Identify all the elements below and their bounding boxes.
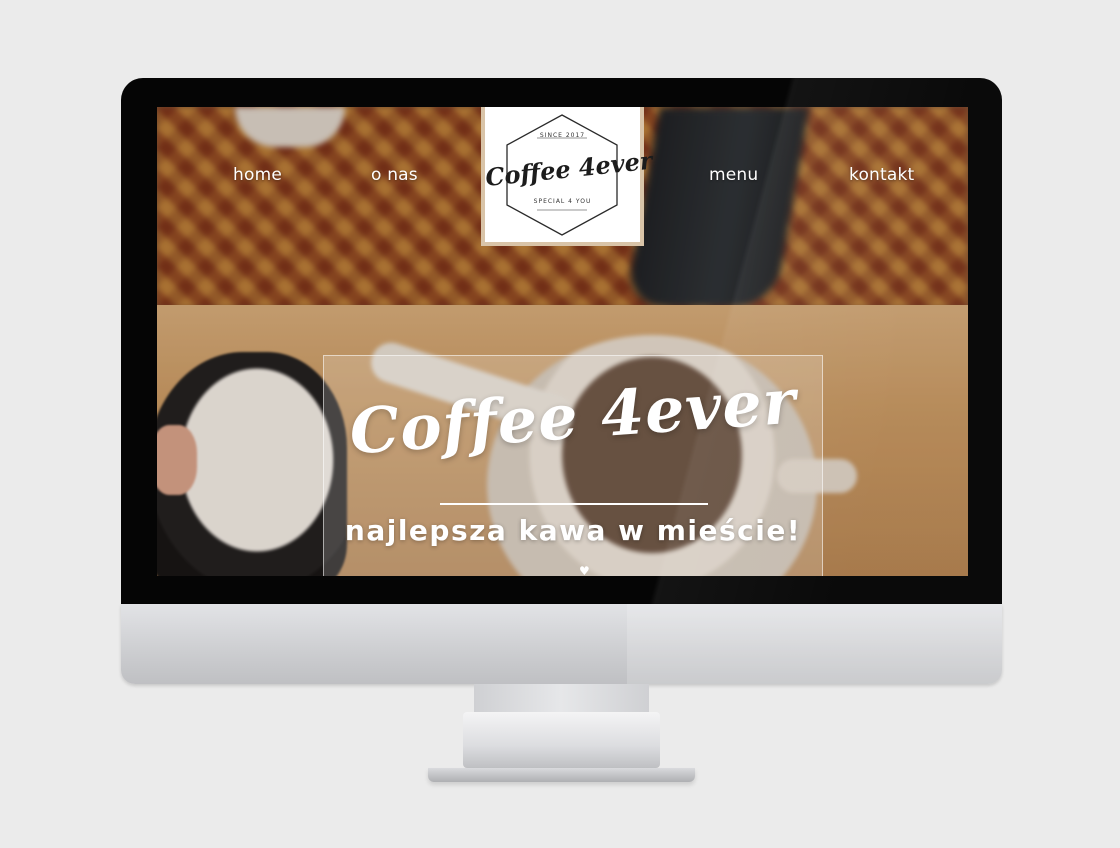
nav-link-contact[interactable]: kontakt — [849, 165, 914, 185]
stage: home o nas menu kontakt SINCE 2017 Coffe… — [0, 0, 1120, 848]
monitor-stand-foot — [463, 712, 660, 768]
website-screen: home o nas menu kontakt SINCE 2017 Coffe… — [157, 107, 968, 576]
hero-panel: Coffee 4ever najlepsza kawa w mieście! ♥ — [323, 355, 823, 576]
hero-subtitle: najlepsza kawa w mieście! — [344, 514, 802, 547]
monitor-stand-base — [428, 768, 695, 782]
site-logo[interactable]: SINCE 2017 Coffee 4ever SPECIAL 4 YOU — [481, 107, 654, 246]
logo-tagline-text: SPECIAL 4 YOU — [533, 198, 592, 205]
nav-link-home[interactable]: home — [233, 165, 282, 185]
heart-icon: ♥ — [579, 564, 590, 576]
nav-link-menu[interactable]: menu — [709, 165, 758, 185]
hero-title: Coffee 4ever — [347, 364, 799, 469]
nav-link-about[interactable]: o nas — [371, 165, 418, 185]
logo-since-text: SINCE 2017 — [539, 132, 586, 139]
hero-divider — [440, 503, 708, 505]
monitor-stand-neck — [474, 684, 649, 712]
monitor-chin-reflection — [627, 604, 1002, 684]
